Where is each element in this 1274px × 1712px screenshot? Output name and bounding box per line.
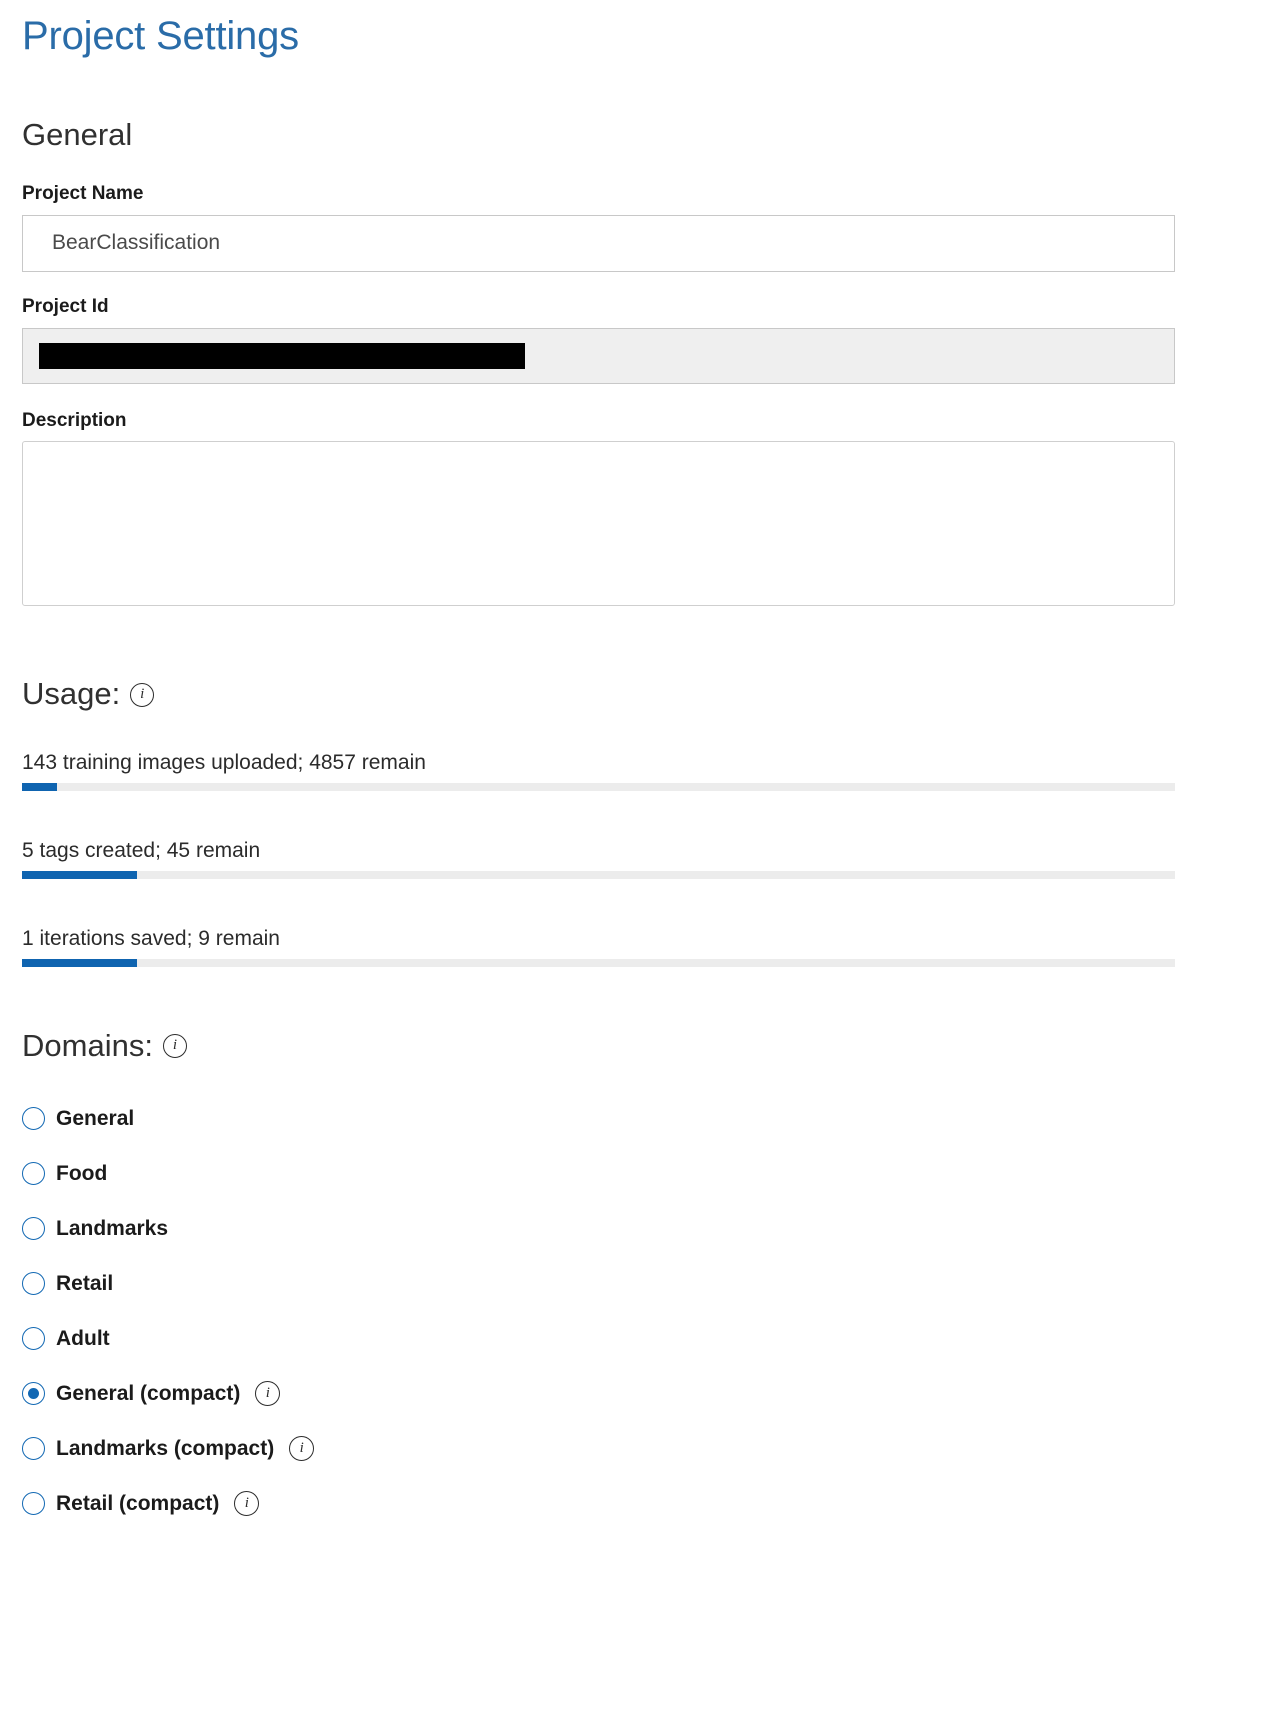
domain-option-retail[interactable]: Retail xyxy=(0,1256,1274,1311)
domain-option-adult[interactable]: Adult xyxy=(0,1311,1274,1366)
domain-option-label: Landmarks xyxy=(56,1217,169,1241)
radio-selected-dot xyxy=(28,1388,39,1400)
domains-section: Domains: i General Food Landmarks Retail Adu… xyxy=(0,1029,1274,1531)
domain-option-label: Retail (compact) xyxy=(56,1492,220,1516)
domain-option-retail-compact[interactable]: Retail (compact) i xyxy=(0,1476,1274,1531)
radio-button-icon[interactable] xyxy=(22,1437,45,1461)
usage-progress-track xyxy=(22,959,1175,968)
usage-row: 1 iterations saved; 9 remain xyxy=(0,926,1274,968)
domain-option-general[interactable]: General xyxy=(0,1091,1274,1146)
domains-heading: Domains: xyxy=(22,1028,153,1064)
domain-option-general-compact[interactable]: General (compact) i xyxy=(0,1366,1274,1421)
radio-button-icon[interactable] xyxy=(22,1492,45,1516)
domain-option-label: Food xyxy=(56,1162,108,1186)
radio-button-icon[interactable] xyxy=(22,1107,45,1131)
usage-heading-row: Usage: i xyxy=(0,677,1274,711)
info-icon[interactable]: i xyxy=(162,1034,187,1059)
usage-row-text: 5 tags created; 45 remain xyxy=(22,838,261,862)
domains-heading-row: Domains: i xyxy=(0,1029,1274,1063)
description-textarea[interactable] xyxy=(22,441,1175,607)
radio-button-icon[interactable] xyxy=(22,1382,45,1406)
radio-button-icon[interactable] xyxy=(22,1162,45,1186)
project-settings-page: Project Settings General Project Name Be… xyxy=(0,0,1274,1531)
usage-row: 143 training images uploaded; 4857 remai… xyxy=(0,750,1274,791)
usage-progress-track xyxy=(22,871,1175,880)
project-name-label: Project Name xyxy=(22,183,144,205)
domain-radio-group: General Food Landmarks Retail Adult General (… xyxy=(0,1091,1274,1531)
general-section-heading: General xyxy=(22,117,133,152)
project-id-label: Project Id xyxy=(22,295,109,317)
info-icon[interactable]: i xyxy=(289,1436,315,1462)
description-label: Description xyxy=(22,409,127,431)
usage-progress-fill xyxy=(22,871,138,880)
usage-progress-fill xyxy=(22,782,57,791)
usage-progress-track xyxy=(22,782,1175,791)
domain-option-landmarks[interactable]: Landmarks xyxy=(0,1201,1274,1256)
project-id-input[interactable] xyxy=(22,327,1175,384)
description-field: Description xyxy=(0,410,1274,612)
domain-option-label: Adult xyxy=(56,1327,110,1351)
info-icon-glyph: i xyxy=(244,1494,249,1511)
usage-row-text: 1 iterations saved; 9 remain xyxy=(22,927,280,951)
info-icon-glyph: i xyxy=(140,685,145,702)
project-name-field: Project Name BearClassification xyxy=(0,183,1274,272)
domain-option-food[interactable]: Food xyxy=(0,1146,1274,1201)
usage-heading: Usage: xyxy=(22,676,121,712)
domain-option-label: Landmarks (compact) xyxy=(56,1437,275,1461)
radio-button-icon[interactable] xyxy=(22,1217,45,1241)
domain-option-landmarks-compact[interactable]: Landmarks (compact) i xyxy=(0,1421,1274,1476)
page-title: Project Settings xyxy=(22,14,299,58)
info-icon[interactable]: i xyxy=(130,682,155,707)
usage-progress-fill xyxy=(22,959,138,968)
domain-option-label: Retail xyxy=(56,1272,114,1296)
info-icon[interactable]: i xyxy=(234,1491,260,1517)
domain-option-label: General (compact) xyxy=(56,1382,241,1406)
radio-button-icon[interactable] xyxy=(22,1272,45,1296)
info-icon[interactable]: i xyxy=(255,1381,281,1407)
info-icon-glyph: i xyxy=(299,1439,304,1456)
usage-section: Usage: i 143 training images uploaded; 4… xyxy=(0,677,1274,968)
domain-option-label: General xyxy=(56,1107,135,1131)
project-id-redaction-bar xyxy=(39,342,525,369)
project-id-field: Project Id xyxy=(0,296,1274,384)
usage-row-text: 143 training images uploaded; 4857 remai… xyxy=(22,750,426,774)
project-name-input[interactable]: BearClassification xyxy=(22,214,1175,272)
info-icon-glyph: i xyxy=(265,1384,270,1401)
usage-row: 5 tags created; 45 remain xyxy=(0,838,1274,880)
info-icon-glyph: i xyxy=(172,1037,178,1054)
radio-button-icon[interactable] xyxy=(22,1327,45,1351)
